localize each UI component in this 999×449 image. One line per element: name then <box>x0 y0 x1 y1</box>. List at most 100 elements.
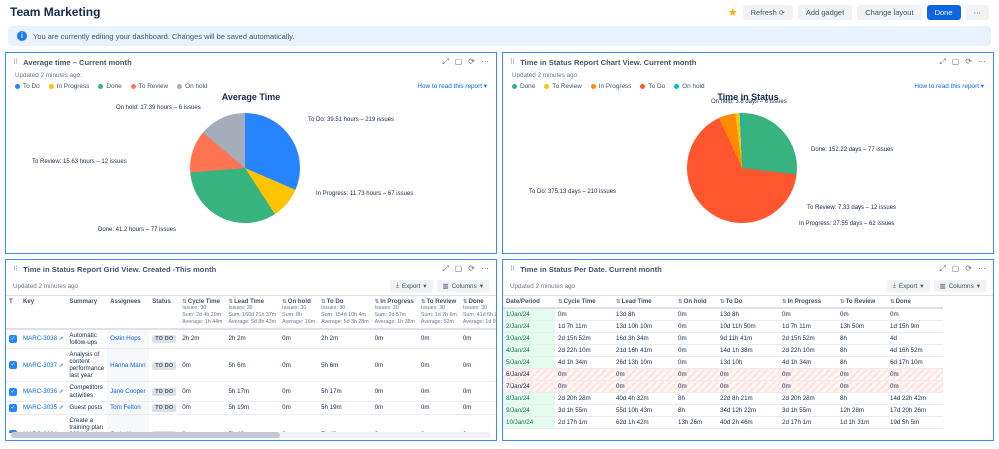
more-button[interactable]: ⋯ <box>966 5 990 20</box>
expand-icon[interactable]: ⤢ <box>442 58 448 66</box>
columns-button[interactable]: ▥Columns ▾ <box>437 280 489 292</box>
issue-key-link[interactable]: MARC-3035 <box>23 404 57 411</box>
column-header[interactable]: ⇅Lead Time <box>613 296 675 308</box>
table-row[interactable]: ✓ MARC-3038 ⇗ Automatic follow-ups Ostin… <box>6 329 496 349</box>
column-header[interactable]: Summary <box>66 296 107 329</box>
table-row[interactable]: ✓ MARC-3037 ⇗ Analysis of content perfor… <box>6 348 496 382</box>
refresh-gadget-icon[interactable]: ⟳ <box>468 58 475 66</box>
assignee-link[interactable]: Ostin Hops <box>110 335 141 342</box>
drag-handle-icon[interactable]: ⠿ <box>510 58 515 66</box>
issue-key-link[interactable]: MARC-3038 <box>23 335 57 342</box>
column-header[interactable]: ⇅To Review <box>837 296 887 308</box>
legend-item[interactable]: On hold <box>674 83 704 90</box>
gadget-more-icon[interactable]: ⋯ <box>978 265 986 273</box>
issue-chart-icon[interactable]: ⇗ <box>59 405 64 411</box>
fullscreen-icon[interactable]: ▢ <box>952 58 960 66</box>
issue-key-link[interactable]: MARC-3037 <box>23 362 57 369</box>
drag-handle-icon[interactable]: ⠿ <box>510 265 515 273</box>
column-header[interactable]: ⇅Cycle Time <box>555 296 613 308</box>
drag-handle-icon[interactable]: ⠿ <box>13 265 18 273</box>
issue-chart-icon[interactable]: ⇗ <box>59 389 64 395</box>
how-to-read-link[interactable]: How to read this report ▾ <box>914 82 984 90</box>
table-row[interactable]: ✓ MARC-3035 ⇗ Guest posts Tom Felton TO … <box>6 401 496 414</box>
column-header[interactable]: ⇅In ProgressIssues: 30Sum: 2d 57mAverage… <box>372 296 418 329</box>
how-to-read-link[interactable]: How to read this report ▾ <box>417 82 487 90</box>
horizontal-scrollbar[interactable] <box>11 432 491 438</box>
table-row[interactable]: 8/Jan/24 2d 20h 28m40d 4h 32m8h22d 8h 21… <box>503 393 943 405</box>
column-header[interactable]: Key <box>20 296 66 329</box>
expand-icon[interactable]: ⤢ <box>939 58 945 66</box>
table-row[interactable]: 6/Jan/24 0m0m0m0m0m0m0m <box>503 369 943 381</box>
column-header[interactable]: Status <box>149 296 179 329</box>
sort-icon[interactable]: ⇅ <box>890 299 895 305</box>
assignee-link[interactable]: Tom Felton <box>110 404 141 411</box>
export-button[interactable]: ⤓Export ▾ <box>390 280 433 292</box>
legend-item[interactable]: In Progress <box>49 83 90 90</box>
legend-item[interactable]: To Do <box>15 83 40 90</box>
issue-chart-icon[interactable]: ⇗ <box>59 336 64 342</box>
legend-item[interactable]: To Review <box>544 83 581 90</box>
add-gadget-button[interactable]: Add gadget <box>798 5 852 20</box>
favorite-star-icon[interactable]: ★ <box>728 6 738 19</box>
table-row[interactable]: 4/Jan/24 2d 22h 10m21d 16h 41m0m14d 1h 3… <box>503 345 943 357</box>
issue-chart-icon[interactable]: ⇗ <box>59 363 64 369</box>
column-header[interactable]: ⇅To ReviewIssues: 30Sum: 1d 2h 6mAverage… <box>418 296 460 329</box>
table-row[interactable]: 5/Jan/24 4d 1h 34m26d 13h 10m0m13d 10h4d… <box>503 357 943 369</box>
time-in-status-pie[interactable] <box>687 113 797 223</box>
sort-icon[interactable]: ⇅ <box>720 299 725 305</box>
sort-icon[interactable]: ⇅ <box>782 299 787 305</box>
column-header[interactable]: ⇅On hold <box>675 296 717 308</box>
column-header[interactable]: T <box>6 296 20 329</box>
gadget-more-icon[interactable]: ⋯ <box>481 265 489 273</box>
gadget-more-icon[interactable]: ⋯ <box>978 58 986 66</box>
fullscreen-icon[interactable]: ▢ <box>455 265 463 273</box>
sort-icon[interactable]: ⇅ <box>840 299 845 305</box>
column-header[interactable]: ⇅DoneIssues: 30Sum: 41d 6h 2mAverage: 1d… <box>460 296 496 329</box>
expand-icon[interactable]: ⤢ <box>442 265 448 273</box>
refresh-gadget-icon[interactable]: ⟳ <box>468 265 475 273</box>
legend-item[interactable]: Done <box>512 83 535 90</box>
column-header[interactable]: ⇅Lead TimeIssues: 30Sum: 160d 21h 37mAve… <box>225 296 279 329</box>
column-header[interactable]: ⇅Done <box>887 296 943 308</box>
average-time-pie[interactable] <box>190 113 300 223</box>
refresh-gadget-icon[interactable]: ⟳ <box>965 58 972 66</box>
legend-item[interactable]: To Do <box>640 83 665 90</box>
assignee-link[interactable]: Jane Cooper <box>110 388 145 395</box>
table-row[interactable]: 7/Jan/24 0m0m0m0m0m0m0m <box>503 381 943 393</box>
table-row[interactable]: 9/Jan/24 3d 1h 55m55d 10h 43m8h34d 12h 2… <box>503 405 943 417</box>
export-button[interactable]: ⤓Export ▾ <box>887 280 930 292</box>
drag-handle-icon[interactable]: ⠿ <box>13 58 18 66</box>
sort-icon[interactable]: ⇅ <box>678 299 683 305</box>
scrollbar-thumb[interactable] <box>11 432 280 438</box>
assignee-link[interactable]: Hanna Mann <box>110 362 145 369</box>
refresh-gadget-icon[interactable]: ⟳ <box>965 265 972 273</box>
sort-icon[interactable]: ⇅ <box>558 299 563 305</box>
column-header[interactable]: Date/Period <box>503 296 555 308</box>
column-header[interactable]: ⇅Cycle TimeIssues: 30Sum: 2d 4h 29mAvera… <box>179 296 225 329</box>
column-header[interactable]: ⇅To DoIssues: 30Sum: 154d 10h 4mAverage:… <box>318 296 372 329</box>
table-row[interactable]: 1/Jan/24 0m13d 8h0m13d 8h0m0m0m <box>503 308 943 321</box>
legend-item[interactable]: In Progress <box>591 83 632 90</box>
done-button[interactable]: Done <box>927 5 961 20</box>
legend-item[interactable]: Done <box>98 83 121 90</box>
column-header[interactable]: ⇅On holdIssues: 30Sum: 8hAverage: 16m <box>279 296 318 329</box>
columns-button[interactable]: ▥Columns ▾ <box>934 280 986 292</box>
fullscreen-icon[interactable]: ▢ <box>455 58 463 66</box>
column-header[interactable]: ⇅To Do <box>717 296 779 308</box>
table-row[interactable]: ✓ MARC-3036 ⇗ Competitors activities Jan… <box>6 382 496 401</box>
table-row[interactable]: ✓ MARC-3034 ⇗ Create a training plan 202… <box>6 414 496 433</box>
gadget-more-icon[interactable]: ⋯ <box>481 58 489 66</box>
column-header[interactable]: ⇅In Progress <box>779 296 837 308</box>
table-row[interactable]: 2/Jan/24 1d 7h 11m13d 10h 10m0m10d 11h 5… <box>503 321 943 333</box>
refresh-button[interactable]: Refresh ⟳ <box>743 5 793 20</box>
issue-key-link[interactable]: MARC-3036 <box>23 388 57 395</box>
legend-item[interactable]: On hold <box>177 83 207 90</box>
sort-icon[interactable]: ⇅ <box>616 299 621 305</box>
change-layout-button[interactable]: Change layout <box>857 5 921 20</box>
fullscreen-icon[interactable]: ▢ <box>952 265 960 273</box>
table-row[interactable]: 3/Jan/24 2d 15h 52m16d 3h 34m0m9d 11h 41… <box>503 333 943 345</box>
column-header[interactable]: Assignees <box>107 296 149 329</box>
table-row[interactable]: 10/Jan/24 2d 17h 1m62d 1h 42m13h 26m40d … <box>503 417 943 429</box>
legend-item[interactable]: To Review <box>131 83 168 90</box>
expand-icon[interactable]: ⤢ <box>939 265 945 273</box>
